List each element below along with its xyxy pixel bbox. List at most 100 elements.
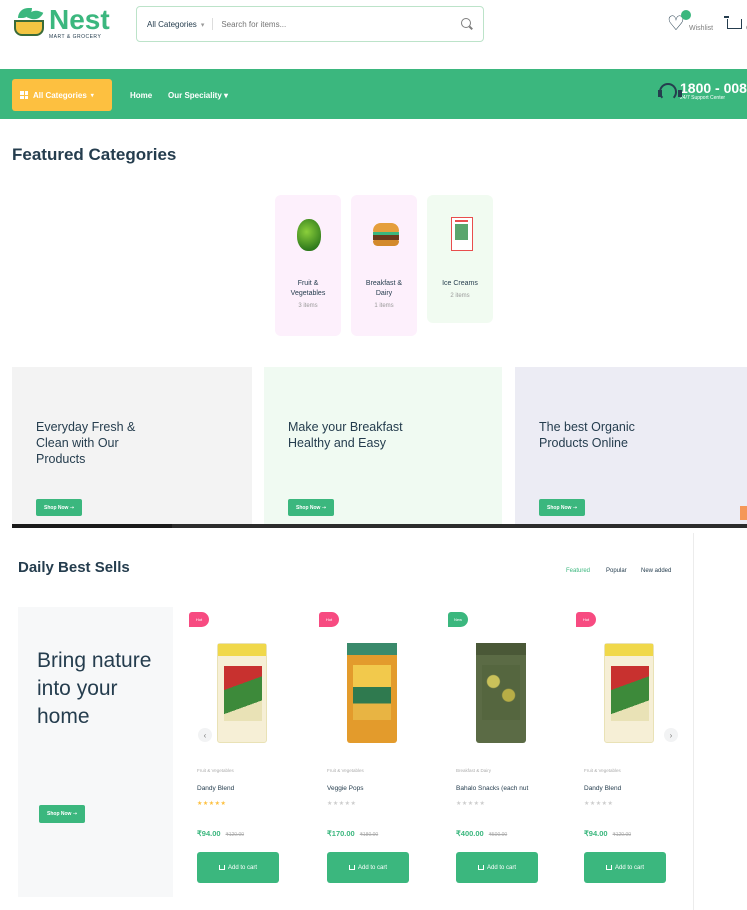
chevron-down-icon: ▾ bbox=[90, 92, 94, 99]
category-name: Breakfast & bbox=[365, 280, 403, 287]
shop-now-button[interactable]: Shop Now ➝ bbox=[39, 805, 86, 823]
add-to-cart-button[interactable]: Add to cart bbox=[584, 852, 666, 883]
product-old-price: ₹120.00 bbox=[225, 832, 245, 838]
product-tag: New bbox=[448, 612, 468, 627]
tab-featured[interactable]: Featured bbox=[566, 568, 590, 574]
wishlist-label: Wishlist bbox=[689, 25, 714, 32]
product-price: ₹400.00 ₹500.00 bbox=[456, 829, 508, 838]
search-divider bbox=[212, 18, 214, 30]
logo[interactable]: Nest MART & GROCERY bbox=[12, 6, 110, 40]
product-image bbox=[217, 643, 267, 743]
promo-card: Bring nature into your home Shop Now ➝ bbox=[18, 607, 173, 897]
product-image bbox=[476, 643, 526, 743]
support-number: 1800 - 008 bbox=[680, 80, 747, 96]
product-category: Fruit & Vegetables bbox=[197, 768, 234, 773]
featured-categories-title: Featured Categories bbox=[12, 145, 177, 164]
category-card-ice-creams[interactable]: Ice Creams 2 items bbox=[427, 195, 493, 323]
banner-everyday-fresh: Everyday Fresh & Clean with Our Products… bbox=[12, 367, 252, 527]
carousel-next-arrow-icon[interactable]: › bbox=[664, 728, 678, 742]
banner-title: Make your Breakfast Healthy and Easy bbox=[288, 420, 403, 450]
grid-icon bbox=[20, 91, 28, 99]
category-count: 1 items bbox=[374, 303, 394, 309]
support-contact: 1800 - 008 24/7 Support Center bbox=[657, 81, 747, 101]
product-rating-stars: ★★★★★ bbox=[327, 801, 357, 807]
category-card-fruit-vegetables[interactable]: Fruit & Vegetables 3 items bbox=[275, 195, 341, 336]
browse-categories-button[interactable]: All Categories ▾ bbox=[12, 79, 112, 111]
burger-icon bbox=[373, 223, 399, 246]
product-price: ₹170.00 ₹180.00 bbox=[327, 829, 379, 838]
product-card[interactable]: Hot Fruit & Vegetables Veggie Pops ★★★★★… bbox=[313, 607, 433, 897]
banner-title: The best Organic Products Online bbox=[539, 420, 635, 450]
banner-title: Everyday Fresh & Clean with Our Products bbox=[36, 420, 136, 466]
category-count: 2 items bbox=[450, 293, 470, 299]
search-input[interactable] bbox=[221, 19, 461, 29]
tab-new-added[interactable]: New added bbox=[641, 568, 671, 574]
support-subtitle: 24/7 Support Center bbox=[680, 95, 726, 101]
product-category: Fruit & Vegetables bbox=[584, 768, 621, 773]
banner-organic: The best Organic Products Online Shop No… bbox=[515, 367, 747, 527]
cart-icon bbox=[348, 865, 355, 870]
shop-now-button[interactable]: Shop Now ➝ bbox=[36, 499, 83, 516]
slider-edge-marker bbox=[740, 506, 747, 520]
section-divider bbox=[12, 524, 747, 528]
headset-icon bbox=[657, 82, 682, 101]
product-price: ₹94.00 ₹120.00 bbox=[197, 829, 245, 838]
category-card-breakfast-dairy[interactable]: Breakfast & Dairy 1 items bbox=[351, 195, 417, 336]
banner-breakfast: Make your Breakfast Healthy and Easy Sho… bbox=[264, 367, 502, 527]
nav-link-our-speciality[interactable]: Our Speciality ▾ bbox=[168, 91, 228, 100]
shop-now-button[interactable]: Shop Now ➝ bbox=[288, 499, 335, 516]
product-category: Breakfast & Dairy bbox=[456, 768, 492, 773]
search-icon[interactable] bbox=[461, 18, 473, 30]
category-name: Ice Creams bbox=[442, 280, 478, 287]
cart-icon bbox=[477, 865, 484, 870]
product-old-price: ₹500.00 bbox=[488, 832, 508, 838]
nav-link-home[interactable]: Home bbox=[130, 91, 152, 100]
category-name-line2: Dairy bbox=[375, 290, 393, 297]
product-image bbox=[347, 643, 397, 743]
cabbage-icon bbox=[297, 219, 321, 251]
tab-popular[interactable]: Popular bbox=[606, 568, 627, 574]
main-nav: All Categories ▾ Home Our Speciality ▾ 1… bbox=[0, 69, 747, 119]
product-card[interactable]: New Breakfast & Dairy Bahalo Snacks (eac… bbox=[442, 607, 562, 897]
cart-link[interactable]: Ca bbox=[724, 14, 747, 34]
product-rating-stars: ★★★★★ bbox=[584, 801, 614, 807]
product-image bbox=[604, 643, 654, 743]
product-tag: Hot bbox=[189, 612, 209, 627]
category-name-line2: Vegetables bbox=[290, 290, 326, 297]
daily-best-sells-title: Daily Best Sells bbox=[18, 559, 130, 576]
add-to-cart-button[interactable]: Add to cart bbox=[197, 852, 279, 883]
logo-tagline: MART & GROCERY bbox=[49, 34, 102, 40]
add-to-cart-button[interactable]: Add to cart bbox=[456, 852, 538, 883]
add-to-cart-button[interactable]: Add to cart bbox=[327, 852, 409, 883]
product-old-price: ₹120.00 bbox=[612, 832, 632, 838]
cart-icon bbox=[724, 14, 744, 34]
product-category: Fruit & Vegetables bbox=[327, 768, 364, 773]
product-card[interactable]: Hot Fruit & Vegetables Dandy Blend ★★★★★… bbox=[183, 607, 303, 897]
cart-icon bbox=[605, 865, 612, 870]
ice-cream-box-icon bbox=[451, 217, 473, 251]
product-rating-stars: ★★★★★ bbox=[456, 801, 486, 807]
product-name[interactable]: Dandy Blend bbox=[197, 785, 234, 792]
basket-logo-icon bbox=[12, 7, 46, 38]
product-card[interactable]: Hot Fruit & Vegetables Dandy Blend ★★★★★… bbox=[570, 607, 690, 897]
product-rating-stars: ★★★★★ bbox=[197, 801, 227, 807]
wishlist-count-badge bbox=[681, 10, 691, 20]
cart-icon bbox=[218, 865, 225, 870]
product-old-price: ₹180.00 bbox=[359, 832, 379, 838]
category-count: 3 items bbox=[298, 303, 318, 309]
search-bar: All Categories ▾ bbox=[136, 6, 484, 42]
promo-title: Bring nature into your home bbox=[37, 649, 152, 728]
site-header: Nest MART & GROCERY All Categories▾ Wish… bbox=[0, 0, 747, 60]
product-tag: Hot bbox=[576, 612, 596, 627]
chevron-down-icon: ▾ bbox=[200, 21, 205, 29]
browse-categories-label: All Categories bbox=[33, 90, 87, 100]
product-name[interactable]: Bahalo Snacks (each nut bbox=[456, 785, 528, 792]
product-name[interactable]: Dandy Blend bbox=[584, 785, 621, 792]
wishlist-link[interactable]: Wishlist bbox=[667, 10, 714, 34]
search-category-select[interactable]: All Categories ▾ bbox=[147, 20, 204, 29]
shop-now-button[interactable]: Shop Now ➝ bbox=[539, 499, 586, 516]
product-price: ₹94.00 ₹120.00 bbox=[584, 829, 632, 838]
product-name[interactable]: Veggie Pops bbox=[327, 785, 364, 792]
category-name: Fruit & bbox=[297, 280, 319, 287]
carousel-prev-arrow-icon[interactable]: ‹ bbox=[198, 728, 212, 742]
